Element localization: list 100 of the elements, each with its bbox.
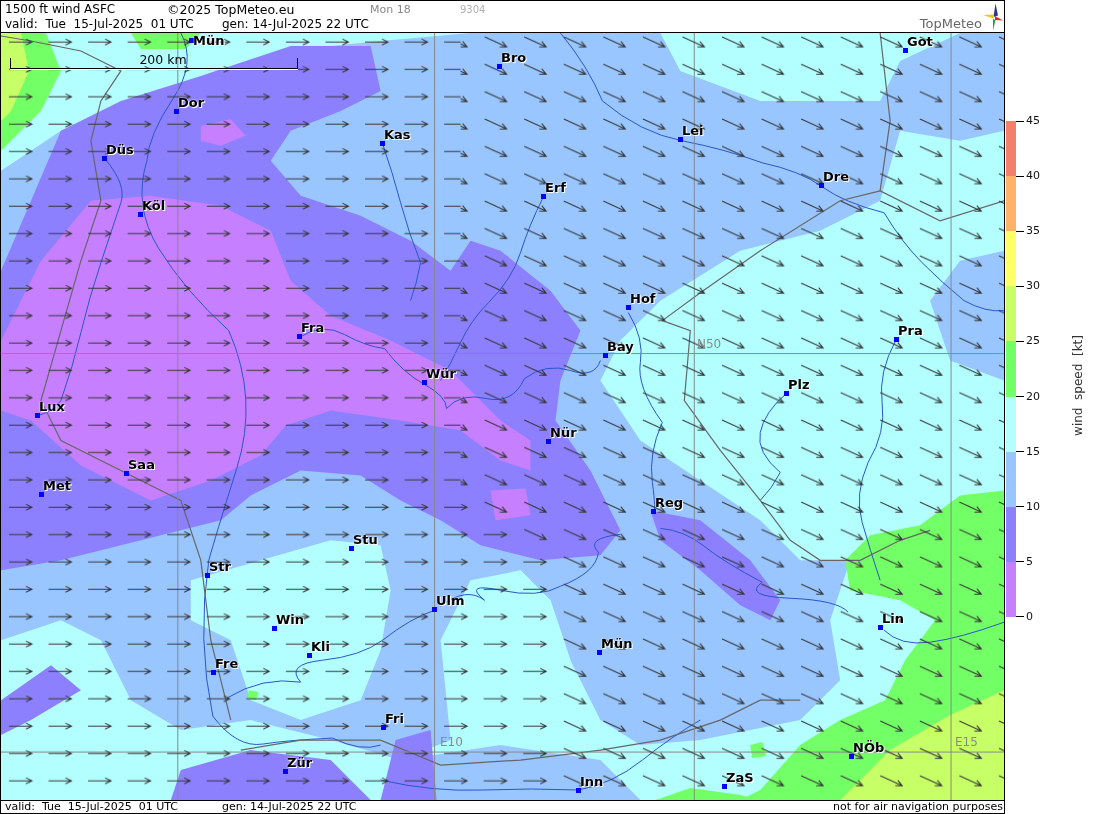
city-marker-icon — [819, 183, 824, 188]
city-label: Str — [209, 559, 231, 574]
disclaimer-text: not for air navigation purposes — [833, 801, 1004, 813]
tick-label: 40 — [1026, 170, 1040, 183]
city-marker-icon — [878, 625, 883, 630]
city-marker-icon — [541, 194, 546, 199]
city-label: Kli — [311, 639, 330, 654]
city-marker-icon — [722, 784, 727, 789]
city-label: Stu — [353, 532, 378, 547]
tick-mark — [1016, 616, 1024, 618]
tick-mark — [1016, 175, 1024, 177]
city-label: Kas — [384, 127, 411, 142]
city-label: Mün — [193, 33, 225, 48]
city-label: Zür — [287, 755, 313, 770]
city-marker-icon — [297, 334, 302, 339]
city-marker-icon — [784, 391, 789, 396]
city-marker-icon — [380, 141, 385, 146]
city-label: Düs — [106, 142, 134, 157]
city-marker-icon — [102, 156, 107, 161]
city-marker-icon — [307, 653, 312, 658]
city-label: Fre — [215, 656, 239, 671]
city-label: Reg — [655, 495, 684, 510]
product-code: 9304 — [460, 3, 486, 17]
city-label: Lux — [39, 399, 65, 414]
city-label: Fra — [301, 320, 325, 335]
city-marker-icon — [422, 380, 427, 385]
valid-time: valid: Tue 15-Jul-2025 01 UTC — [5, 801, 179, 813]
tick-mark — [1016, 451, 1024, 453]
city-marker-icon — [432, 607, 437, 612]
city-label: ZaS — [726, 770, 754, 785]
city-label: Bay — [607, 339, 634, 354]
city-marker-icon — [35, 413, 40, 418]
tick-label: 25 — [1026, 335, 1040, 348]
city-marker-icon — [205, 573, 210, 578]
city-label: Bro — [501, 50, 527, 65]
city-label: Met — [43, 478, 71, 493]
city-label: Köl — [142, 198, 166, 213]
grid-line-label: E15 — [955, 736, 978, 749]
city-label: Dre — [823, 169, 850, 184]
tick-label: 45 — [1026, 115, 1040, 127]
city-label: Inn — [580, 774, 604, 789]
tick-mark — [1016, 120, 1024, 122]
tick-label: 10 — [1026, 500, 1040, 513]
city-label: Lei — [682, 123, 704, 138]
grid-line-label: E10 — [440, 736, 463, 749]
city-marker-icon — [211, 670, 216, 675]
grid-line-label: N50 — [697, 338, 722, 351]
tick-mark — [1016, 396, 1024, 398]
tick-mark — [1016, 561, 1024, 563]
tick-mark — [1016, 340, 1024, 342]
city-label: Dor — [178, 95, 205, 110]
city-label: Ulm — [436, 593, 465, 608]
tick-label: 5 — [1026, 555, 1033, 568]
city-label: Saa — [128, 457, 155, 472]
city-label: Fri — [385, 711, 404, 726]
city-marker-icon — [39, 492, 44, 497]
tick-label: 20 — [1026, 390, 1040, 403]
city-marker-icon — [124, 471, 129, 476]
tick-label: 15 — [1026, 445, 1040, 458]
map-title: 1500 ft wind ASFC — [5, 2, 117, 17]
city-label: Win — [276, 612, 305, 627]
city-marker-icon — [546, 439, 551, 444]
tick-mark — [1016, 230, 1024, 232]
city-label: Hof — [630, 291, 656, 306]
city-marker-icon — [283, 769, 288, 774]
city-label: Lin — [882, 611, 904, 626]
city-marker-icon — [597, 650, 602, 655]
logo-text: TopMeteo — [919, 16, 982, 31]
tick-label: 0 — [1026, 611, 1033, 623]
tick-label: 30 — [1026, 280, 1040, 293]
city-label: Nür — [550, 425, 577, 440]
tick-label: 35 — [1026, 225, 1040, 238]
city-marker-icon — [497, 64, 502, 69]
city-label: NÖb — [853, 740, 885, 755]
city-marker-icon — [651, 509, 656, 514]
scale-bar: 200 km — [10, 53, 298, 69]
generated-time: gen: 14-Jul-2025 22 UTC — [222, 17, 369, 32]
city-marker-icon — [272, 626, 277, 631]
city-label: Wür — [426, 366, 456, 381]
run-label: Mon 18 — [370, 2, 412, 17]
city-marker-icon — [349, 546, 354, 551]
city-marker-icon — [576, 788, 581, 793]
city-label: Got — [907, 34, 933, 49]
city-marker-icon — [626, 305, 631, 310]
city-marker-icon — [849, 754, 854, 759]
copyright-text: ©2025 TopMeteo.eu — [167, 2, 296, 17]
tick-mark — [1016, 506, 1024, 508]
city-label: Pra — [898, 323, 923, 338]
city-marker-icon — [678, 137, 683, 142]
valid-time: valid: Tue 15-Jul-2025 01 UTC — [5, 17, 195, 32]
city-marker-icon — [603, 353, 608, 358]
city-marker-icon — [381, 725, 386, 730]
pinwheel-logo-icon — [983, 2, 1003, 31]
city-marker-icon — [138, 212, 143, 217]
city-label: Plz — [788, 377, 810, 392]
city-marker-icon — [903, 48, 908, 53]
city-marker-icon — [174, 109, 179, 114]
tick-mark — [1016, 285, 1024, 287]
legend-title: wind speed [kt] — [1071, 335, 1085, 436]
city-marker-icon — [894, 337, 899, 342]
